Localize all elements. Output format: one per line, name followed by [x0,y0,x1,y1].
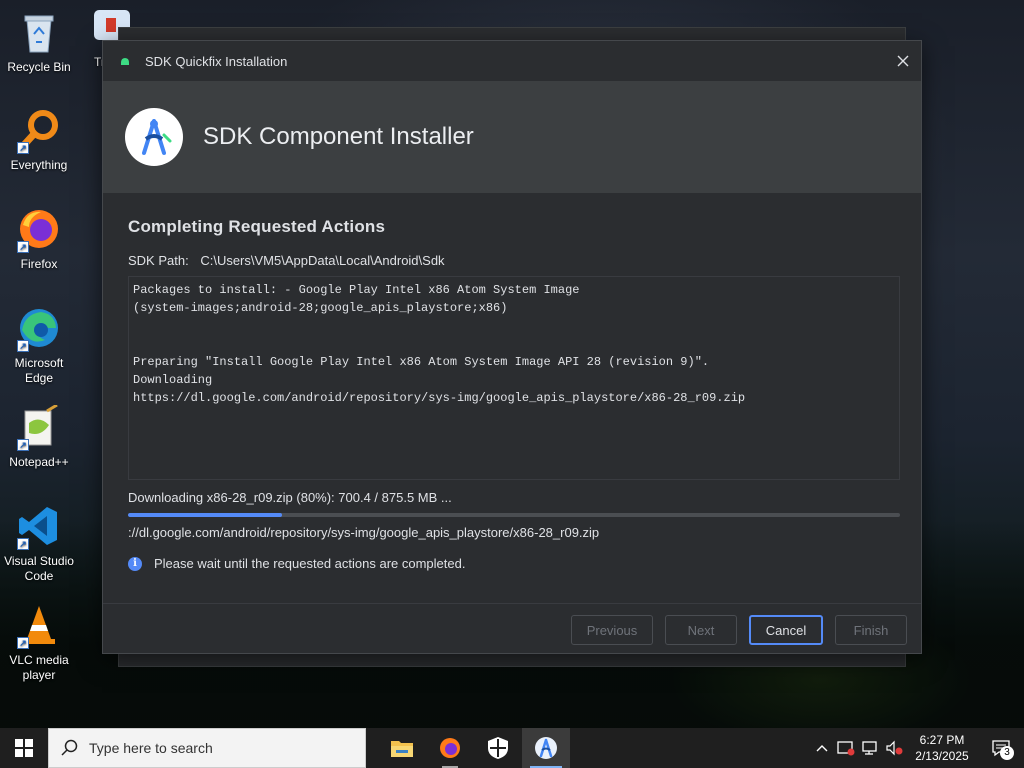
taskbar-search-box[interactable]: Type here to search [48,728,366,768]
chevron-up-icon [816,745,828,752]
shortcut-arrow-icon: ↗ [17,340,29,352]
shortcut-arrow-icon: ↗ [17,241,29,253]
shortcut-arrow-icon: ↗ [17,538,29,550]
info-message: Please wait until the requested actions … [154,556,466,571]
everything-search-icon: ↗ [15,106,63,154]
taskbar-file-explorer[interactable] [378,728,426,768]
progress-label: Downloading x86-28_r09.zip (80%): 700.4 … [128,490,452,505]
progress-url: ://dl.google.com/android/repository/sys-… [128,525,600,540]
vscode-icon: ↗ [15,502,63,550]
start-button[interactable] [0,728,48,768]
log-line: https://dl.google.com/android/repository… [133,391,746,405]
volume-muted-icon [886,740,903,756]
tray-app-icon [837,741,855,756]
install-log[interactable]: Packages to install: - Google Play Intel… [128,276,900,480]
volume-button[interactable] [882,728,906,768]
desktop-icon-label: Visual Studio Code [4,554,74,583]
notepadpp-icon: ↗ [15,403,63,451]
desktop-icon-vlc[interactable]: ↗ VLC media player [1,601,77,683]
desktop-icon-label: VLC media player [9,653,69,682]
log-line: Downloading [133,373,213,387]
taskbar-firefox[interactable] [426,728,474,768]
taskbar-android-studio[interactable] [522,728,570,768]
log-line: Packages to install: - Google Play Intel… [133,283,580,297]
security-shield-icon [488,737,508,759]
close-icon [897,55,909,67]
footer-divider [103,603,921,604]
desktop-icon-label: Recycle Bin [7,60,71,74]
network-icon [862,741,877,755]
desktop-icon-recycle-bin[interactable]: Recycle Bin [1,8,77,75]
desktop-icon-everything[interactable]: ↗ Everything [1,106,77,173]
file-explorer-icon [391,741,413,757]
firefox-icon [440,738,460,758]
shortcut-arrow-icon: ↗ [17,637,29,649]
dialog-buttons: Previous Next Cancel Finish [571,615,907,645]
close-button[interactable] [893,51,913,71]
vlc-icon: ↗ [15,601,63,649]
info-message-row: i Please wait until the requested action… [128,556,900,571]
taskbar: Type here to search 6:27 PM 2/13/2025 3 [0,728,1024,768]
search-placeholder: Type here to search [89,740,213,756]
system-tray: 6:27 PM 2/13/2025 3 [810,728,1024,768]
clock-date: 2/13/2025 [915,749,969,763]
dialog-content: Completing Requested Actions SDK Path: C… [128,217,900,571]
sdk-path-row: SDK Path: C:\Users\VM5\AppData\Local\And… [128,253,900,268]
next-button[interactable]: Next [665,615,737,645]
log-blank-line [133,317,895,353]
taskbar-clock[interactable]: 6:27 PM 2/13/2025 [906,732,978,764]
desktop-icon-label: Firefox [20,257,58,271]
desktop-icon-vscode[interactable]: ↗ Visual Studio Code [1,502,77,584]
edge-icon: ↗ [15,304,63,352]
section-title: Completing Requested Actions [128,217,386,236]
sdk-path-value: C:\Users\VM5\AppData\Local\Android\Sdk [200,253,445,268]
sdk-path-label: SDK Path: [128,253,189,268]
progress-bar-fill [128,513,283,517]
network-button[interactable] [858,728,882,768]
installer-heading: SDK Component Installer [203,123,474,150]
progress-bar [128,513,900,517]
dialog-title: SDK Quickfix Installation [145,53,288,69]
search-icon [61,739,78,756]
taskbar-security[interactable] [474,728,522,768]
log-line: Preparing "Install Google Play Intel x86… [133,355,710,369]
tray-app-button[interactable] [834,728,858,768]
clock-time: 6:27 PM [919,733,965,747]
shortcut-arrow-icon: ↗ [17,439,29,451]
recycle-bin-icon [15,8,63,56]
desktop-icon-label: Everything [10,158,68,172]
info-icon: i [128,556,142,571]
log-line: (system-images;android-28;google_apis_pl… [133,301,508,315]
previous-button[interactable]: Previous [571,615,653,645]
desktop-icon-notepadpp[interactable]: ↗ Notepad++ [1,403,77,470]
installer-banner: SDK Component Installer [103,81,921,193]
android-studio-logo-icon [125,108,183,166]
shortcut-arrow-icon: ↗ [17,142,29,154]
sdk-quickfix-dialog: SDK Quickfix Installation SDK Component … [102,40,922,654]
windows-logo-icon [15,739,33,757]
dialog-titlebar[interactable]: SDK Quickfix Installation [103,41,921,81]
desktop-icon-label: Notepad++ [9,455,69,469]
desktop-icon-firefox[interactable]: ↗ Firefox [1,205,77,272]
firefox-icon: ↗ [15,205,63,253]
finish-button[interactable]: Finish [835,615,907,645]
notification-count-badge: 3 [1000,746,1014,760]
desktop-icon-label: Microsoft Edge [14,356,64,385]
taskbar-apps [378,728,570,768]
android-studio-icon [535,737,557,759]
notification-center-button[interactable]: 3 [978,728,1024,768]
desktop-icon-edge[interactable]: ↗ Microsoft Edge [1,304,77,386]
android-icon [121,58,129,65]
show-hidden-icons-button[interactable] [810,728,834,768]
cancel-button[interactable]: Cancel [749,615,823,645]
